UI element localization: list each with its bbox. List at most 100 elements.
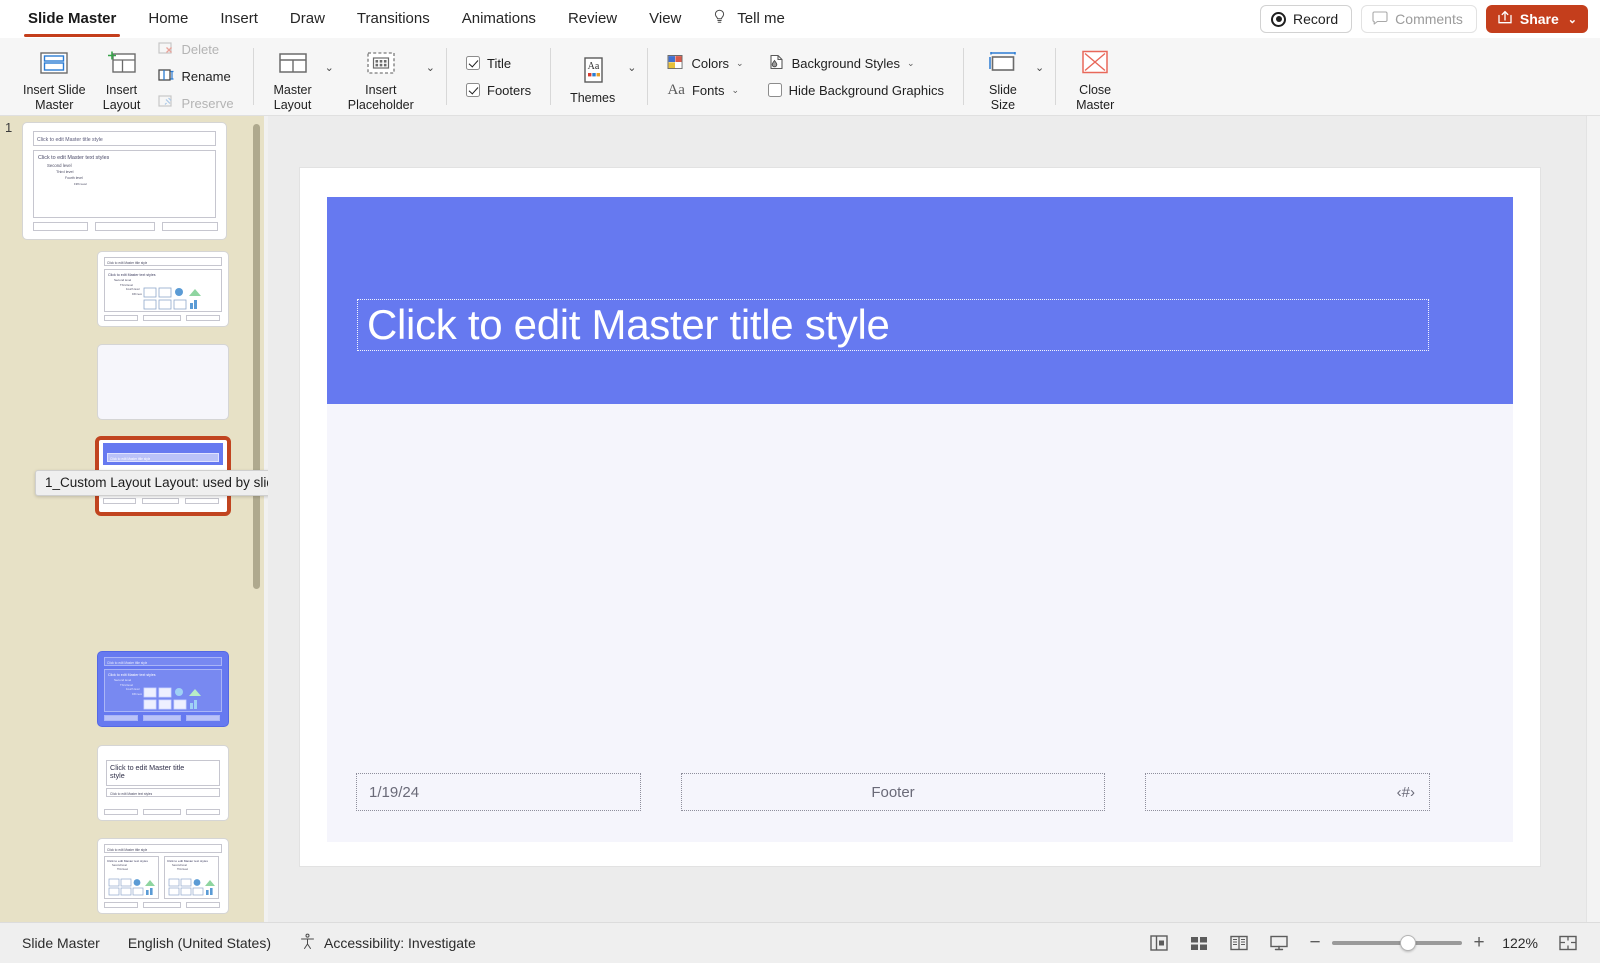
tab-label: Slide Master (28, 9, 117, 27)
title-placeholder[interactable]: Click to edit Master title style (357, 299, 1429, 351)
layout-thumbnail-4[interactable]: Click to edit Master title style Click t… (97, 651, 229, 727)
background-styles-chevron-down-icon[interactable]: ⌄ (907, 58, 915, 69)
mini-footer-box (143, 315, 181, 321)
insert-slide-master-button[interactable]: Insert Slide Master (15, 40, 94, 113)
slide-edit-canvas[interactable]: Click to edit Master title style 1/19/24… (268, 116, 1600, 922)
slide-size-button[interactable]: Slide Size (975, 40, 1031, 113)
share-button[interactable]: Share ⌄ (1485, 5, 1588, 33)
rename-icon (157, 68, 175, 86)
status-accessibility[interactable]: Accessibility: Investigate (299, 933, 476, 953)
mini-level-2: Second level (114, 278, 132, 282)
ribbon-divider (446, 48, 448, 105)
tab-review[interactable]: Review (552, 6, 633, 33)
fonts-button[interactable]: Aa Fonts ⌄ (663, 78, 747, 102)
ribbon-group-slide-size: Slide Size ⌄ (966, 38, 1053, 115)
tab-tell-me[interactable]: Tell me (697, 5, 800, 34)
normal-view-icon[interactable] (1149, 934, 1169, 952)
slide-surface[interactable]: Click to edit Master title style 1/19/24… (300, 168, 1540, 866)
ribbon-divider (647, 48, 649, 105)
background-styles-button[interactable]: Background Styles ⌄ (764, 51, 948, 75)
tab-transitions[interactable]: Transitions (341, 6, 446, 33)
status-language[interactable]: English (United States) (128, 935, 271, 951)
slide-number-placeholder[interactable]: ‹#› (1145, 773, 1430, 811)
mini-footer-box (142, 498, 179, 504)
layout-thumbnail-6[interactable]: Click to edit Master title style Click t… (97, 838, 229, 914)
comments-button[interactable]: Comments (1361, 5, 1477, 33)
hide-background-graphics-row[interactable]: Hide Background Graphics (764, 78, 948, 102)
slide-size-icon (986, 46, 1020, 80)
mini-date-box (104, 809, 138, 815)
delete-layout-button[interactable]: Delete (154, 38, 238, 62)
tab-insert[interactable]: Insert (204, 6, 274, 33)
close-master-button[interactable]: Close Master (1067, 40, 1123, 113)
mini-body-text: Click to edit Master text styles (167, 859, 208, 863)
insert-placeholder-chevron-down-icon[interactable]: ⌄ (426, 61, 435, 74)
mini-level-2: Second level (114, 678, 132, 682)
mini-footer-box (143, 715, 181, 721)
slide-master-thumbnail[interactable]: Click to edit Master title style Click t… (22, 122, 227, 240)
tab-draw[interactable]: Draw (274, 6, 341, 33)
mini-level-4: Fourth level (126, 288, 140, 291)
rename-layout-button[interactable]: Rename (154, 65, 238, 89)
mini-body-text: Click to edit Master text styles (108, 272, 156, 277)
slideshow-icon[interactable] (1269, 934, 1289, 952)
slide-size-chevron-down-icon[interactable]: ⌄ (1035, 61, 1044, 74)
hide-background-graphics-checkbox[interactable] (767, 83, 782, 97)
slide-sorter-icon[interactable] (1189, 934, 1209, 952)
preserve-master-button[interactable]: Preserve (154, 91, 238, 115)
svg-text:Aa: Aa (587, 61, 599, 72)
preserve-label: Preserve (181, 95, 234, 111)
fonts-chevron-down-icon[interactable]: ⌄ (731, 85, 739, 96)
fit-to-window-icon[interactable] (1558, 934, 1578, 952)
accessibility-icon (299, 933, 316, 953)
master-layout-chevron-down-icon[interactable]: ⌄ (325, 61, 334, 74)
footer-placeholder[interactable]: Footer (681, 773, 1105, 811)
tab-animations[interactable]: Animations (446, 6, 552, 33)
master-layout-button[interactable]: Master Layout (265, 40, 321, 113)
zoom-in-button[interactable]: + (1473, 932, 1485, 954)
mini-number-box (186, 715, 220, 721)
tab-home[interactable]: Home (132, 6, 204, 33)
themes-chevron-down-icon[interactable]: ⌄ (627, 61, 636, 74)
record-button[interactable]: Record (1260, 5, 1353, 33)
mini-body-text: Click to edit Master text styles (38, 155, 110, 161)
comment-bubble-icon (1372, 10, 1388, 28)
footers-checkbox[interactable] (466, 83, 481, 97)
insert-slide-master-label: Insert Slide Master (23, 83, 86, 112)
powerpoint-window: Slide Master Home Insert Draw Transition… (0, 0, 1600, 963)
colors-button[interactable]: Colors ⌄ (663, 51, 747, 75)
ribbon-tab-bar: Slide Master Home Insert Draw Transition… (0, 0, 1600, 38)
mini-title-text: Click to edit Master title style (110, 456, 151, 461)
colors-icon (667, 54, 684, 73)
footers-checkbox-row[interactable]: Footers (462, 78, 535, 102)
themes-button[interactable]: Aa Themes (562, 48, 623, 106)
layout-thumbnail-2[interactable] (97, 344, 229, 420)
insert-placeholder-label: Insert Placeholder (347, 83, 414, 112)
tab-view[interactable]: View (633, 6, 697, 33)
zoom-slider-handle[interactable] (1400, 935, 1416, 951)
sidebar-scrollbar[interactable] (253, 124, 260, 589)
layout-thumbnail-1[interactable]: Click to edit Master title style Click t… (97, 251, 229, 327)
mini-body-text: Click to edit Master text styles (107, 859, 148, 863)
tab-slide-master[interactable]: Slide Master (12, 6, 132, 37)
canvas-scrollbar[interactable] (1586, 116, 1600, 922)
title-checkbox-row[interactable]: Title (462, 51, 535, 75)
mini-number-box (185, 498, 219, 504)
zoom-slider[interactable] (1332, 935, 1462, 951)
insert-placeholder-button[interactable]: Insert Placeholder (340, 40, 422, 113)
layout-thumbnail-5[interactable]: Click to edit Master title style Click t… (97, 745, 229, 821)
title-checkbox[interactable] (466, 56, 481, 70)
insert-layout-button[interactable]: Insert Layout (94, 40, 150, 113)
colors-chevron-down-icon[interactable]: ⌄ (736, 58, 744, 69)
zoom-control[interactable]: − + 122% (1309, 932, 1538, 954)
reading-view-icon[interactable] (1229, 934, 1249, 952)
mini-title-text: Click to edit Master title style (107, 260, 148, 265)
mini-slide: Click to edit Master title style Click t… (98, 652, 228, 726)
slide-thumbnail-panel[interactable]: 1 Click to edit Master title style Click… (0, 116, 268, 922)
lightbulb-icon (713, 9, 726, 28)
ribbon-divider (252, 48, 254, 105)
ribbon-group-themes: Aa Themes ⌄ (553, 38, 645, 115)
zoom-out-button[interactable]: − (1309, 932, 1321, 954)
mini-date-box (104, 715, 138, 721)
date-placeholder[interactable]: 1/19/24 (356, 773, 641, 811)
